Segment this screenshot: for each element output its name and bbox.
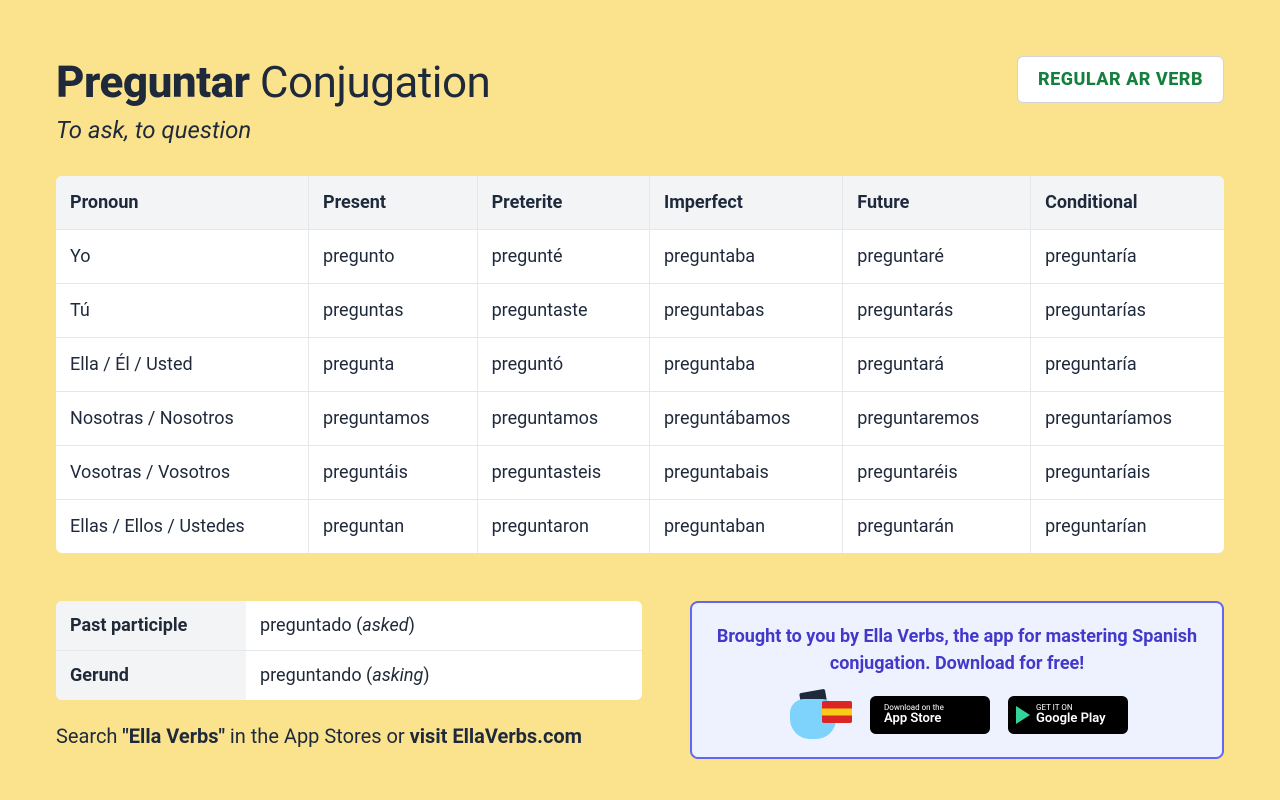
table-row: Túpreguntaspreguntastepreguntabaspregunt…: [56, 284, 1224, 338]
conjugation-cell: preguntamos: [477, 392, 649, 446]
conjugation-cell: preguntaré: [842, 230, 1030, 284]
conjugation-cell: pregunto: [308, 230, 477, 284]
verb-translation: To ask, to question: [56, 116, 490, 144]
conjugation-cell: pregunta: [308, 338, 477, 392]
gerund-label: Gerund: [56, 651, 246, 700]
column-header: Pronoun: [56, 176, 308, 230]
mascot-icon: [786, 691, 852, 739]
conjugation-cell: preguntaste: [477, 284, 649, 338]
table-row: Ellas / Ellos / Ustedespreguntanpregunta…: [56, 500, 1224, 553]
conjugation-cell: preguntábamos: [649, 392, 842, 446]
conjugation-cell: preguntarás: [842, 284, 1030, 338]
pronoun-cell: Nosotras / Nosotros: [56, 392, 308, 446]
google-play-button[interactable]: GET IT ON Google Play: [1008, 696, 1128, 734]
search-instruction: Search "Ella Verbs" in the App Stores or…: [56, 724, 642, 748]
conjugation-cell: preguntaban: [649, 500, 842, 553]
table-row: Vosotras / Vosotrospreguntáispreguntaste…: [56, 446, 1224, 500]
column-header: Conditional: [1030, 176, 1224, 230]
conjugation-cell: preguntan: [308, 500, 477, 553]
column-header: Future: [842, 176, 1030, 230]
conjugation-cell: preguntaría: [1030, 230, 1224, 284]
conjugation-cell: preguntaremos: [842, 392, 1030, 446]
pronoun-cell: Tú: [56, 284, 308, 338]
column-header: Imperfect: [649, 176, 842, 230]
conjugation-cell: preguntaríais: [1030, 446, 1224, 500]
conjugation-cell: pregunté: [477, 230, 649, 284]
conjugation-cell: preguntabais: [649, 446, 842, 500]
conjugation-cell: preguntabas: [649, 284, 842, 338]
conjugation-cell: preguntarán: [842, 500, 1030, 553]
conjugation-cell: preguntamos: [308, 392, 477, 446]
conjugation-cell: preguntaría: [1030, 338, 1224, 392]
conjugation-cell: preguntaréis: [842, 446, 1030, 500]
pronoun-cell: Ellas / Ellos / Ustedes: [56, 500, 308, 553]
conjugation-table: PronounPresentPreteriteImperfectFutureCo…: [56, 176, 1224, 553]
conjugation-cell: preguntaron: [477, 500, 649, 553]
past-participle-value: preguntado (asked): [246, 601, 642, 651]
table-row: Ella / Él / Ustedpreguntapreguntópregunt…: [56, 338, 1224, 392]
conjugation-cell: preguntas: [308, 284, 477, 338]
conjugation-cell: preguntaba: [649, 230, 842, 284]
conjugation-cell: preguntarías: [1030, 284, 1224, 338]
pronoun-cell: Ella / Él / Usted: [56, 338, 308, 392]
conjugation-cell: preguntaba: [649, 338, 842, 392]
promo-text: Brought to you by Ella Verbs, the app fo…: [716, 623, 1198, 677]
conjugation-cell: preguntáis: [308, 446, 477, 500]
table-row: Yopreguntopreguntépreguntabapreguntarépr…: [56, 230, 1224, 284]
extra-forms-table: Past participle preguntado (asked) Gerun…: [56, 601, 642, 700]
page-title: Preguntar Conjugation: [56, 56, 490, 108]
title-suffix: Conjugation: [260, 56, 490, 108]
verb-name: Preguntar: [56, 56, 249, 108]
verb-type-badge: REGULAR AR VERB: [1017, 56, 1224, 103]
google-play-icon: [1016, 706, 1030, 724]
app-store-button[interactable]: Download on the App Store: [870, 696, 990, 734]
column-header: Preterite: [477, 176, 649, 230]
pronoun-cell: Vosotras / Vosotros: [56, 446, 308, 500]
conjugation-cell: preguntarían: [1030, 500, 1224, 553]
column-header: Present: [308, 176, 477, 230]
conjugation-cell: preguntaríamos: [1030, 392, 1224, 446]
promo-card: Brought to you by Ella Verbs, the app fo…: [690, 601, 1224, 759]
conjugation-cell: preguntó: [477, 338, 649, 392]
pronoun-cell: Yo: [56, 230, 308, 284]
past-participle-label: Past participle: [56, 601, 246, 651]
table-row: Nosotras / Nosotrospreguntamospreguntamo…: [56, 392, 1224, 446]
conjugation-cell: preguntará: [842, 338, 1030, 392]
gerund-value: preguntando (asking): [246, 651, 642, 700]
conjugation-cell: preguntasteis: [477, 446, 649, 500]
